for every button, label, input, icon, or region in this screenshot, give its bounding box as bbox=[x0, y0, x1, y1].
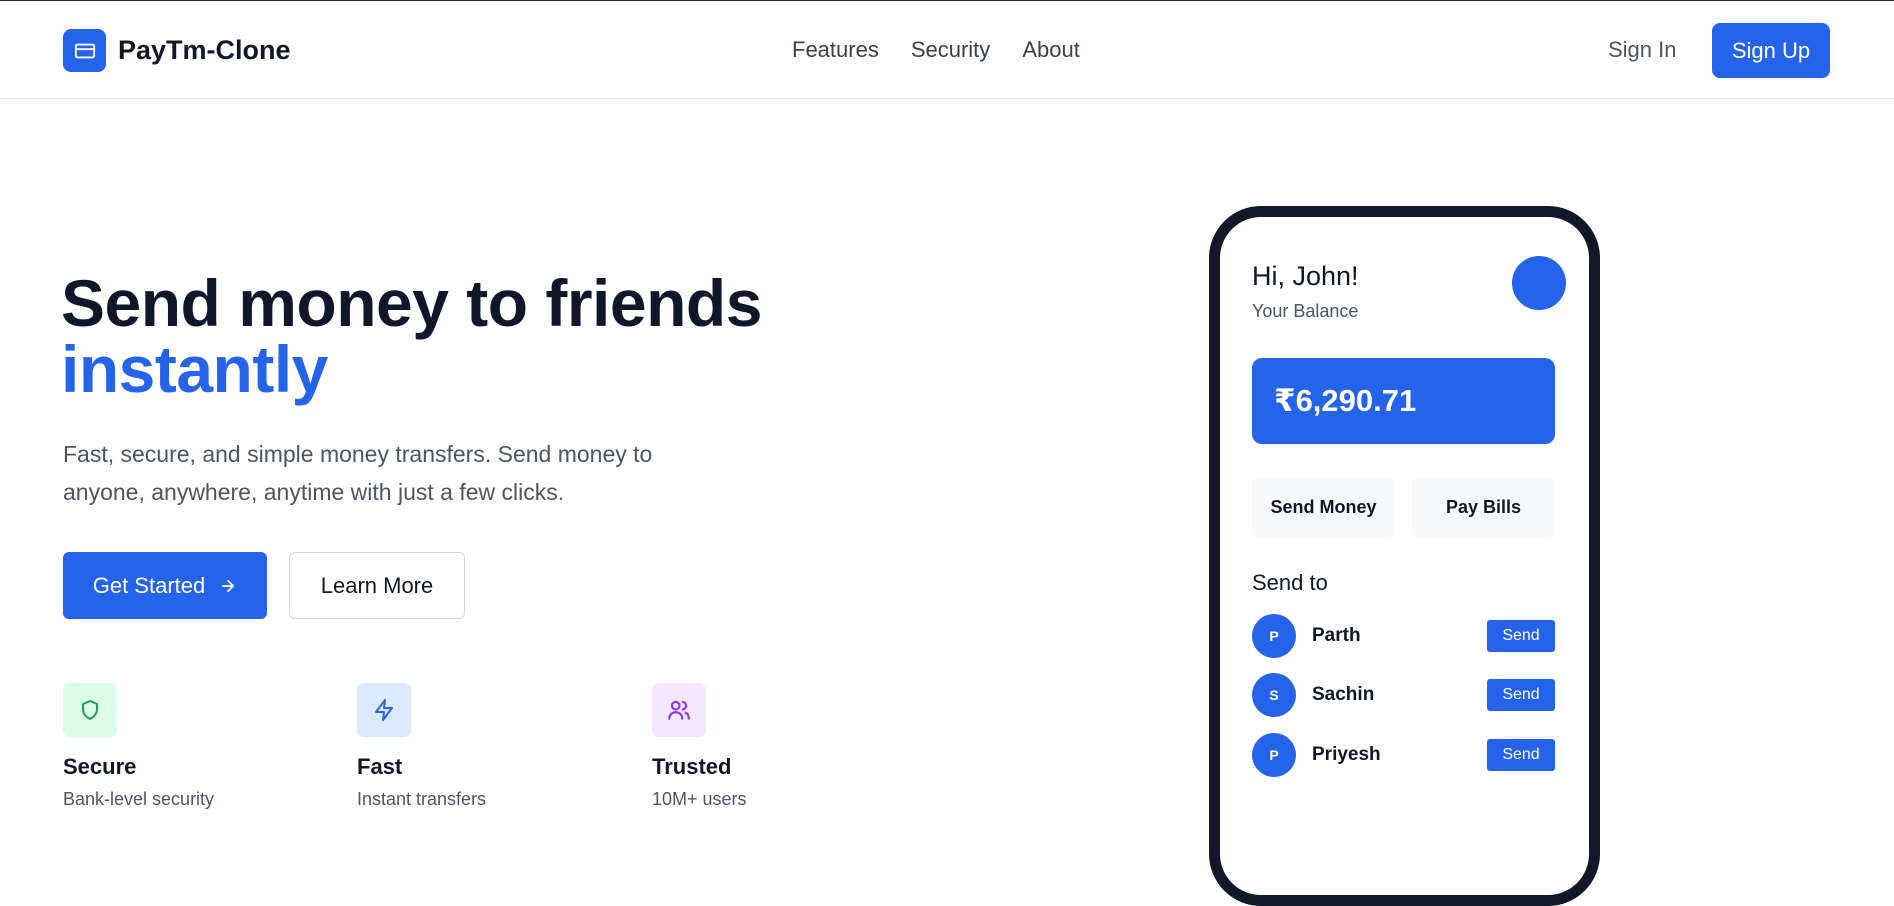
contact-name: Sachin bbox=[1312, 684, 1375, 705]
get-started-label: Get Started bbox=[92, 572, 206, 598]
balance-amount: ₹6,290.71 bbox=[1274, 383, 1417, 418]
send-button-parth[interactable]: Send bbox=[1487, 620, 1555, 652]
contact-avatar: S bbox=[1252, 673, 1296, 717]
greeting: Hi, John! bbox=[1252, 261, 1359, 291]
feature-fast: Fast Instant transfers bbox=[357, 683, 617, 810]
lightning-icon bbox=[357, 683, 411, 737]
get-started-button[interactable]: Get Started bbox=[63, 552, 267, 619]
learn-more-button[interactable]: Learn More bbox=[289, 552, 465, 619]
contact-row: S Sachin Send bbox=[1252, 673, 1555, 717]
contact-row: P Priyesh Send bbox=[1252, 733, 1555, 777]
users-icon bbox=[652, 683, 706, 737]
balance-card: ₹6,290.71 bbox=[1252, 358, 1555, 444]
avatar[interactable] bbox=[1512, 256, 1566, 310]
hero-title: Send money to friends instantly bbox=[61, 270, 762, 402]
brand[interactable]: PayTm-Clone bbox=[63, 29, 291, 72]
send-button-sachin[interactable]: Send bbox=[1487, 679, 1555, 711]
feature-subtitle: Bank-level security bbox=[63, 789, 215, 809]
arrow-right-icon bbox=[222, 579, 235, 592]
feature-title: Secure bbox=[63, 754, 137, 779]
nav-link-features[interactable]: Features bbox=[792, 37, 879, 63]
feature-trusted: Trusted 10M+ users bbox=[652, 683, 912, 810]
contact-avatar: P bbox=[1252, 733, 1296, 777]
send-to-title: Send to bbox=[1252, 570, 1328, 595]
feature-secure: Secure Bank-level security bbox=[63, 683, 323, 810]
contact-name: Parth bbox=[1312, 625, 1361, 646]
feature-title: Fast bbox=[357, 754, 403, 779]
pay-bills-button[interactable]: Pay Bills bbox=[1412, 477, 1555, 537]
contact-name: Priyesh bbox=[1312, 744, 1381, 765]
site-header: PayTm-Clone Features Security About Sign… bbox=[0, 1, 1894, 99]
feature-subtitle: 10M+ users bbox=[652, 789, 747, 809]
contact-row: P Parth Send bbox=[1252, 614, 1555, 658]
send-money-button[interactable]: Send Money bbox=[1252, 477, 1395, 537]
shield-icon bbox=[63, 683, 117, 737]
hero-title-accent: instantly bbox=[61, 332, 328, 406]
balance-label: Your Balance bbox=[1252, 301, 1359, 321]
sign-in-link[interactable]: Sign In bbox=[1608, 37, 1677, 63]
send-button-priyesh[interactable]: Send bbox=[1487, 739, 1555, 771]
nav-link-about[interactable]: About bbox=[1022, 37, 1080, 63]
main-nav: Features Security About bbox=[792, 37, 1080, 63]
phone-mockup: Hi, John! Your Balance ₹6,290.71 Send Mo… bbox=[1209, 206, 1600, 906]
feature-title: Trusted bbox=[652, 754, 732, 779]
wallet-card-icon bbox=[63, 29, 106, 72]
brand-name: PayTm-Clone bbox=[118, 35, 291, 65]
nav-link-security[interactable]: Security bbox=[911, 37, 990, 63]
hero-title-line1: Send money to friends bbox=[61, 266, 762, 340]
contact-avatar: P bbox=[1252, 614, 1296, 658]
sign-up-button[interactable]: Sign Up bbox=[1712, 23, 1830, 78]
feature-subtitle: Instant transfers bbox=[357, 789, 487, 809]
hero-description: Fast, secure, and simple money transfers… bbox=[63, 441, 653, 505]
